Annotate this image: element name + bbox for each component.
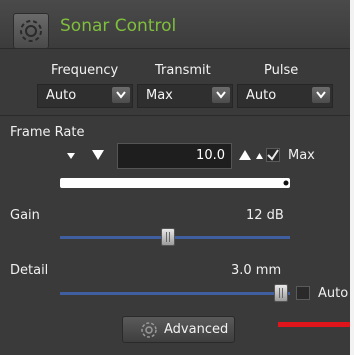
gain-slider-thumb[interactable] <box>161 228 176 246</box>
right-edge <box>350 0 354 355</box>
detail-value: 3.0 mm <box>231 263 282 278</box>
gear-icon[interactable] <box>13 13 49 49</box>
chevron-down-icon[interactable] <box>112 87 130 103</box>
detail-slider-thumb[interactable] <box>273 284 288 302</box>
frequency-value: Auto <box>46 88 77 103</box>
frame-rate-label: Frame Rate <box>10 125 85 140</box>
panel-title: Sonar Control <box>60 16 177 36</box>
frequency-label: Frequency <box>51 63 119 78</box>
frequency-dropdown[interactable]: Auto <box>37 84 133 108</box>
detail-label: Detail <box>10 263 49 278</box>
panel-header: Sonar Control <box>0 0 350 49</box>
gain-value: 12 dB <box>246 208 284 223</box>
section-divider <box>0 115 350 116</box>
auto-checkbox[interactable] <box>296 286 310 300</box>
frame-rate-value: 10.0 <box>196 148 225 163</box>
gain-label: Gain <box>10 208 40 223</box>
pulse-value: Auto <box>246 88 277 103</box>
increment-large-icon[interactable] <box>238 149 252 161</box>
transmit-dropdown[interactable]: Max <box>137 84 233 108</box>
decrement-large-icon[interactable] <box>91 149 105 161</box>
transmit-value: Max <box>146 88 173 103</box>
transmit-label: Transmit <box>155 63 211 78</box>
frame-rate-bar <box>60 178 290 188</box>
detail-slider-track[interactable] <box>60 292 290 295</box>
max-checkbox[interactable] <box>266 148 280 162</box>
gear-icon <box>141 322 157 338</box>
advanced-button[interactable]: Advanced <box>122 316 235 343</box>
checkmark-icon <box>267 149 279 161</box>
increment-small-icon[interactable] <box>255 152 264 160</box>
pulse-label: Pulse <box>264 63 299 78</box>
bar-end-icon <box>283 180 289 186</box>
chevron-down-icon[interactable] <box>312 87 330 103</box>
chevron-down-icon[interactable] <box>212 87 230 103</box>
pulse-dropdown[interactable]: Auto <box>237 84 333 108</box>
auto-label: Auto <box>318 286 349 301</box>
advanced-label: Advanced <box>164 322 229 337</box>
alert-line <box>278 322 350 327</box>
max-label: Max <box>288 148 315 163</box>
frame-rate-input[interactable]: 10.0 <box>117 143 232 169</box>
decrement-small-icon[interactable] <box>66 152 76 160</box>
